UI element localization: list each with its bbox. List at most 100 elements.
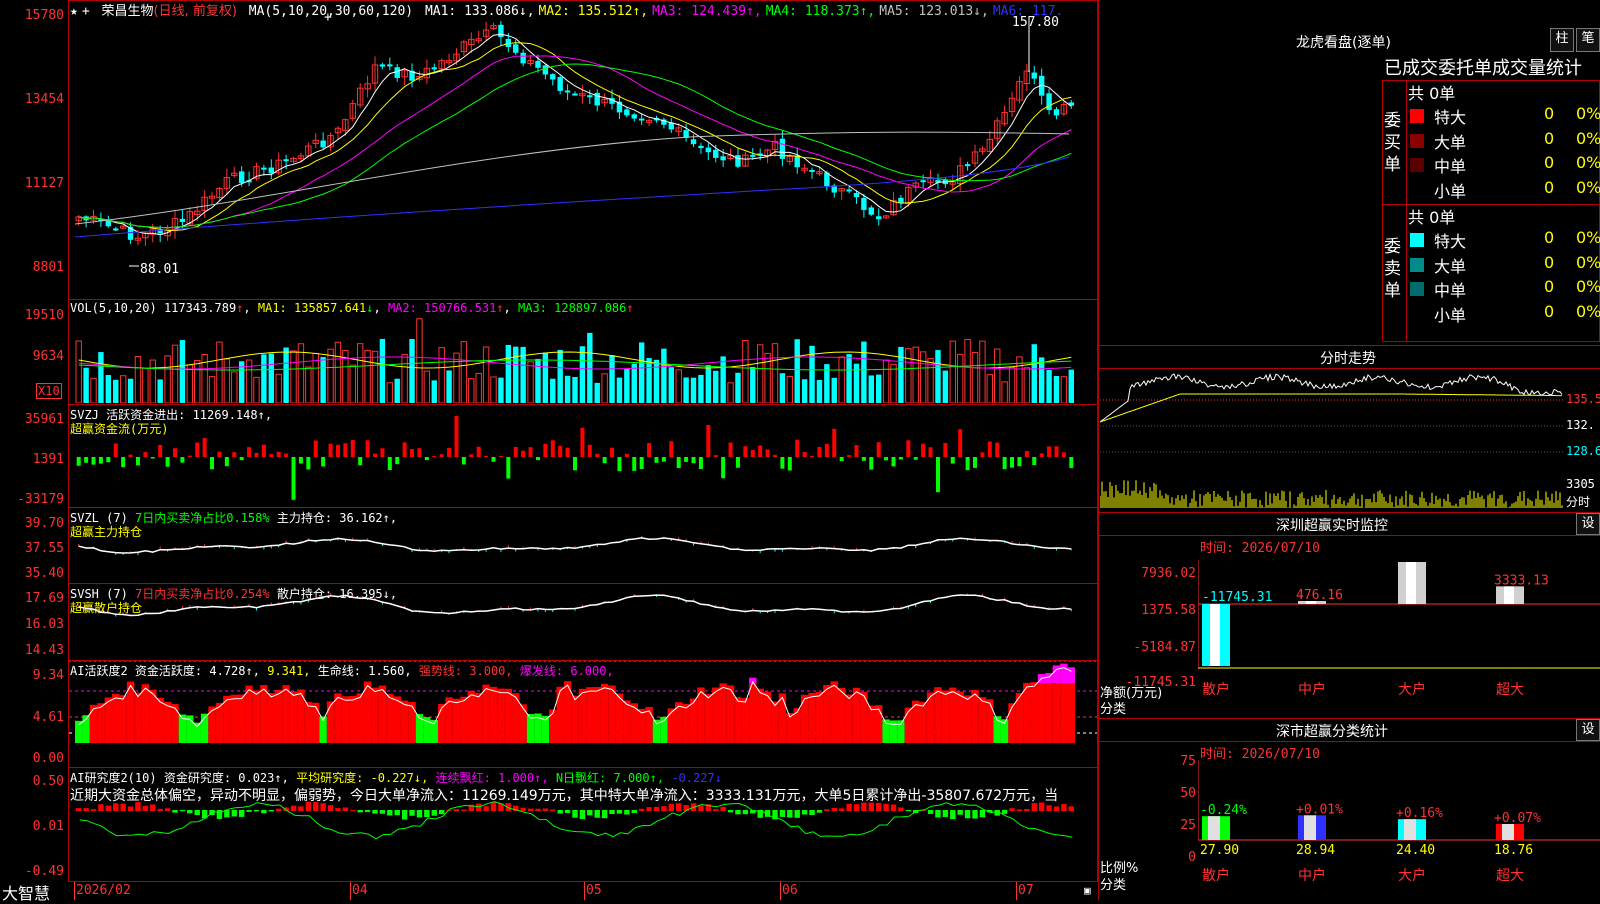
volume-bar bbox=[794, 339, 800, 403]
research-bar bbox=[979, 810, 986, 818]
candle-body bbox=[809, 169, 815, 172]
activity-bar bbox=[304, 702, 313, 743]
fund-flow-bar bbox=[469, 454, 474, 457]
sell-orders-label: 委卖单 bbox=[1384, 237, 1401, 301]
volume-bar bbox=[846, 354, 852, 403]
volume-bar bbox=[927, 358, 934, 403]
monitor-settings-button[interactable]: 设 bbox=[1576, 513, 1600, 535]
monitor-title: 深圳超赢实时监控 bbox=[1276, 518, 1388, 534]
monitor-category-label: 中户 bbox=[1298, 681, 1326, 698]
volume-bar bbox=[624, 369, 630, 403]
order-stats-tabs[interactable]: 已成交委托单成交量统计 bbox=[1384, 54, 1582, 80]
order-type: 小单 bbox=[1434, 181, 1467, 201]
activity-bar bbox=[623, 700, 631, 743]
volume-bar bbox=[935, 350, 941, 403]
volume-bar bbox=[283, 347, 289, 403]
ai-active-chart[interactable] bbox=[69, 661, 1097, 767]
volume-bar bbox=[371, 350, 379, 403]
monitor-bar-chart[interactable]: -11745.31 散户 476.16 中户 7936.02 大户 3333.13 超大 bbox=[1198, 560, 1600, 720]
activity-bar bbox=[371, 687, 379, 743]
fund-flow-bar bbox=[121, 457, 126, 468]
buy-order-row[interactable]: 中单 0 0% bbox=[1408, 153, 1600, 177]
date-tick bbox=[584, 882, 585, 900]
fund-flow-bar bbox=[365, 440, 370, 457]
order-swatch bbox=[1410, 282, 1424, 296]
activity-bar bbox=[986, 699, 994, 743]
main-chart-area[interactable]: ★ + 荣昌生物(日线, 前复权) MA(5,10,20,30,60,120) M… bbox=[0, 0, 1098, 903]
activity-bar bbox=[667, 708, 675, 743]
research-bar bbox=[1031, 803, 1037, 811]
fund-flow-bar bbox=[706, 424, 711, 457]
volume-bar bbox=[356, 343, 364, 403]
research-bar bbox=[742, 810, 749, 815]
candlestick-chart[interactable] bbox=[69, 12, 1097, 298]
activity-bar bbox=[645, 706, 653, 743]
svzl-chart[interactable] bbox=[69, 508, 1097, 583]
ai-research-chart[interactable] bbox=[69, 800, 1097, 880]
intraday-title: 分时走势 bbox=[1320, 351, 1376, 367]
sell-order-row[interactable]: 小单 0 0% bbox=[1408, 302, 1600, 326]
order-swatch bbox=[1410, 257, 1424, 272]
fund-flow-bar bbox=[847, 455, 852, 457]
research-bar bbox=[727, 810, 734, 813]
fund-flow-bar bbox=[254, 452, 259, 457]
candle-body bbox=[624, 109, 630, 116]
bar-mode-button[interactable]: 柱 bbox=[1550, 28, 1574, 52]
fund-flow-bar bbox=[817, 446, 822, 457]
price-axis-label: 8801 bbox=[32, 260, 64, 275]
order-swatch bbox=[1410, 158, 1424, 172]
activity-bar bbox=[282, 685, 290, 743]
activity-bar bbox=[771, 701, 779, 743]
svzj-chart[interactable] bbox=[69, 405, 1097, 507]
lock-icon[interactable]: ▣ bbox=[1084, 884, 1091, 897]
fund-flow-bar bbox=[513, 446, 518, 457]
research-bar bbox=[876, 802, 882, 811]
fund-flow-bar bbox=[543, 443, 548, 457]
research-bar bbox=[653, 806, 660, 811]
activity-bar bbox=[615, 693, 624, 743]
pen-mode-button[interactable]: 笔 bbox=[1576, 28, 1600, 52]
intraday-chart[interactable] bbox=[1100, 372, 1564, 510]
candle-body bbox=[498, 24, 504, 38]
research-bar bbox=[261, 810, 267, 814]
volume-unit-button[interactable]: X10 bbox=[36, 383, 62, 399]
activity-bar bbox=[267, 692, 275, 743]
fund-flow-bar bbox=[247, 447, 252, 457]
sell-order-row[interactable]: 特大 0 0% bbox=[1408, 228, 1600, 252]
volume-bar bbox=[661, 348, 667, 403]
class-category-label: 超大 bbox=[1496, 868, 1524, 884]
fund-flow-bar bbox=[735, 457, 740, 468]
buy-order-row[interactable]: 大单 0 0% bbox=[1408, 129, 1600, 153]
research-bar bbox=[105, 805, 112, 811]
research-bar bbox=[587, 810, 593, 816]
fund-flow-bar bbox=[491, 457, 496, 462]
fund-flow-bar bbox=[832, 428, 837, 457]
fund-flow-bar bbox=[550, 440, 555, 457]
activity-bar bbox=[260, 685, 268, 743]
fund-flow-bar bbox=[691, 457, 696, 464]
fund-flow-bar bbox=[239, 457, 244, 461]
buy-order-row[interactable]: 特大 0 0% bbox=[1408, 104, 1600, 128]
ai-research-axis-label: -0.49 bbox=[24, 864, 64, 879]
research-bar bbox=[890, 804, 897, 811]
fund-flow-bar bbox=[1010, 457, 1015, 468]
activity-bar bbox=[237, 694, 246, 743]
sell-order-row[interactable]: 大单 0 0% bbox=[1408, 253, 1600, 277]
fund-flow-bar bbox=[202, 437, 207, 457]
activity-bar bbox=[860, 691, 868, 743]
volume-bar bbox=[164, 355, 171, 403]
buy-order-row[interactable]: 小单 0 0% bbox=[1408, 178, 1600, 202]
volume-chart[interactable] bbox=[69, 315, 1097, 403]
sell-order-row[interactable]: 中单 0 0% bbox=[1408, 277, 1600, 301]
volume-bar bbox=[638, 342, 645, 403]
research-bar bbox=[90, 809, 97, 811]
class-settings-button[interactable]: 设 bbox=[1576, 719, 1600, 741]
class-bar-chart[interactable]: -0.24% 27.90 散户 +0.01% 28.94 中户 +0.16% 24.40 大户 +… bbox=[1198, 760, 1600, 900]
activity-burst-bar bbox=[1060, 663, 1068, 683]
candle-body bbox=[320, 140, 326, 148]
fund-flow-bar bbox=[106, 457, 111, 463]
volume-bar bbox=[231, 371, 238, 403]
volume-bar bbox=[149, 359, 156, 403]
volume-bar bbox=[675, 369, 682, 403]
svsh-chart[interactable] bbox=[69, 584, 1097, 660]
